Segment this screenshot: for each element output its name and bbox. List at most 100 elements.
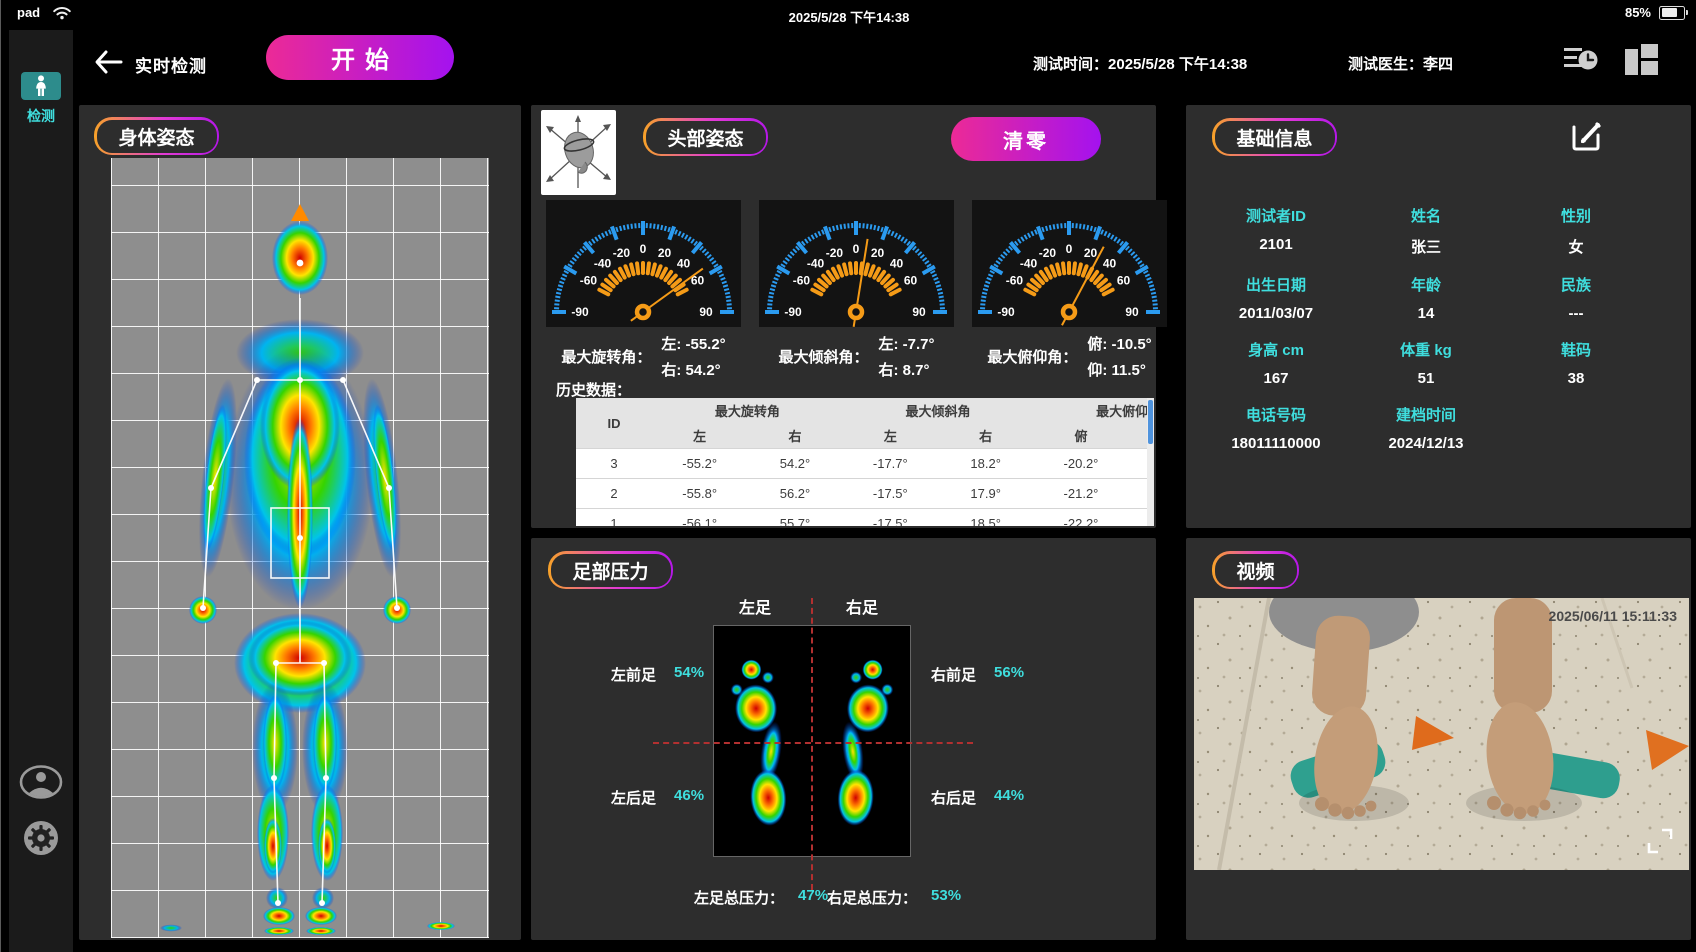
back-arrow-icon <box>91 46 127 78</box>
start-button[interactable]: 开始 <box>266 35 454 80</box>
info-field-value: 女 <box>1501 236 1651 257</box>
fullscreen-expand-icon[interactable] <box>1645 826 1679 860</box>
battery-percent: 85% <box>1625 5 1651 20</box>
info-field-value: 张三 <box>1351 236 1501 257</box>
gauge-summary-value: 左: -55.2° <box>661 333 725 354</box>
info-field-value: 167 <box>1201 370 1351 387</box>
clear-button[interactable]: 清零 <box>951 117 1101 161</box>
gauge-summary-label: 最大旋转角： <box>561 346 651 367</box>
gauge-summary-values: 左: -55.2° 右: 54.2° <box>661 333 725 380</box>
body-posture-panel: 身体姿态 <box>79 105 521 940</box>
info-field-label: 民族 <box>1501 274 1651 295</box>
gear-icon <box>21 818 61 858</box>
sidebar-item-detect[interactable] <box>21 72 61 100</box>
svg-text:-90: -90 <box>571 305 589 319</box>
user-profile-button[interactable] <box>9 765 73 804</box>
history-list-clock-icon <box>1563 44 1599 76</box>
info-field: 姓名张三 <box>1351 205 1501 257</box>
right-rearfoot-metric: 右后足44% <box>931 787 1024 808</box>
info-field-label: 姓名 <box>1351 205 1501 226</box>
info-field-value: 2011/03/07 <box>1201 305 1351 322</box>
svg-text:-20: -20 <box>613 246 631 260</box>
info-field-value: 14 <box>1351 305 1501 322</box>
user-icon <box>19 765 63 799</box>
history-records-button[interactable] <box>1563 44 1599 76</box>
page-title: 实时检测 <box>135 52 207 77</box>
left-foot-total-pressure: 左足总压力：47% <box>694 887 828 908</box>
history-table-row: 2-55.8°56.2°-17.5°17.9°-21.2°12.1° <box>576 479 1154 509</box>
head-axes-reference-image <box>541 110 616 195</box>
info-field-value: --- <box>1501 305 1651 322</box>
history-table-row: 1-56.1°55.7°-17.5°18.5°-22.2°11.5° <box>576 509 1154 527</box>
info-field-label: 年龄 <box>1351 274 1501 295</box>
gauge-summary-value: 俯: -10.5° <box>1087 333 1151 354</box>
status-bar: pad 2025/5/28 下午14:38 85% <box>1 0 1696 30</box>
gauge-summary: 最大旋转角： 左: -55.2° 右: 54.2° <box>546 333 741 380</box>
gauge-summary-value: 仰: 11.5° <box>1087 359 1151 380</box>
info-field-label: 建档时间 <box>1351 404 1501 425</box>
layout-switch-button[interactable] <box>1625 44 1661 76</box>
svg-text:20: 20 <box>1084 246 1098 260</box>
basic-info-panel: 基础信息 测试者ID2101姓名张三性别女出生日期 2011/03/07年龄 14民… <box>1186 105 1691 528</box>
gauge-summary-label: 最大倾斜角： <box>778 346 868 367</box>
video-frame: 2025/06/11 15:11:33 <box>1194 598 1689 870</box>
svg-text:-90: -90 <box>784 305 802 319</box>
settings-button[interactable] <box>9 818 73 863</box>
info-field-value: 18011110000 <box>1201 435 1351 452</box>
info-field: 年龄 14 <box>1351 274 1501 322</box>
info-field-label: 身高 cm <box>1201 339 1351 360</box>
svg-text:-40: -40 <box>807 257 825 271</box>
info-field-label: 鞋码 <box>1501 339 1651 360</box>
info-field: 性别女 <box>1501 205 1651 257</box>
foot-pressure-title: 足部压力 <box>548 551 673 589</box>
gauge-summary-value: 右: 54.2° <box>661 359 725 380</box>
info-field-label: 出生日期 <box>1201 274 1351 295</box>
info-field: 体重 kg51 <box>1351 339 1501 387</box>
svg-text:90: 90 <box>1125 305 1139 319</box>
info-field-label: 性别 <box>1501 205 1651 226</box>
svg-text:0: 0 <box>853 242 860 256</box>
svg-text:-20: -20 <box>826 246 844 260</box>
foot-pressure-panel: 足部压力 左足 右足 <box>531 538 1156 940</box>
head-posture-panel: 头部姿态 清零 -90-60-40-20020406090-90-60-40-2… <box>531 105 1156 528</box>
table-scrollbar[interactable] <box>1147 398 1154 526</box>
svg-text:60: 60 <box>904 274 918 288</box>
svg-text:-20: -20 <box>1039 246 1057 260</box>
video-title: 视频 <box>1212 551 1299 589</box>
video-timestamp: 2025/06/11 15:11:33 <box>1549 608 1677 624</box>
right-forefoot-metric: 右前足56% <box>931 664 1024 685</box>
body-thermal-scan <box>111 158 489 938</box>
info-field-label: 测试者ID <box>1201 205 1351 226</box>
svg-text:-60: -60 <box>580 274 598 288</box>
info-field: 测试者ID2101 <box>1201 205 1351 257</box>
info-field-label: 体重 kg <box>1351 339 1501 360</box>
head-angle-gauge: -90-60-40-20020406090 <box>546 200 741 327</box>
app-root: pad 2025/5/28 下午14:38 85% 实时检测 开始 测试时间：2… <box>0 0 1696 952</box>
history-table-row: 3-55.2°54.2°-17.7°18.2°-20.2°10.5° <box>576 449 1154 479</box>
gauge-summary: 最大俯仰角： 俯: -10.5° 仰: 11.5° <box>972 333 1167 380</box>
back-button[interactable] <box>91 46 127 78</box>
gauge-summary-label: 最大俯仰角： <box>987 346 1077 367</box>
head-angle-gauge: -90-60-40-20020406090 <box>759 200 954 327</box>
battery-icon <box>1659 6 1685 20</box>
svg-text:-40: -40 <box>1020 257 1038 271</box>
svg-text:60: 60 <box>1117 274 1131 288</box>
gauge-summary-values: 左: -7.7°右: 8.7° <box>879 333 935 380</box>
info-field-value: 38 <box>1501 370 1651 387</box>
info-field: 身高 cm 167 <box>1201 339 1351 387</box>
svg-text:0: 0 <box>640 242 647 256</box>
head-posture-title: 头部姿态 <box>643 118 768 156</box>
svg-text:0: 0 <box>1066 242 1073 256</box>
info-field-value: 2024/12/13 <box>1351 435 1501 452</box>
test-doctor-value: 李四 <box>1423 56 1453 73</box>
basic-info-title: 基础信息 <box>1212 118 1337 156</box>
test-time-label: 测试时间： <box>1033 56 1108 73</box>
video-still-image <box>1194 598 1689 870</box>
table-scrollbar-thumb[interactable] <box>1148 400 1153 444</box>
header: 实时检测 开始 测试时间：2025/5/28 下午14:38 测试医生：李四 <box>73 30 1696 95</box>
svg-text:-60: -60 <box>1006 274 1024 288</box>
person-icon <box>33 75 49 97</box>
gauge-summary-value: 右: 8.7° <box>879 359 935 380</box>
left-forefoot-metric: 左前足54% <box>611 664 704 685</box>
edit-info-button[interactable] <box>1570 119 1604 153</box>
